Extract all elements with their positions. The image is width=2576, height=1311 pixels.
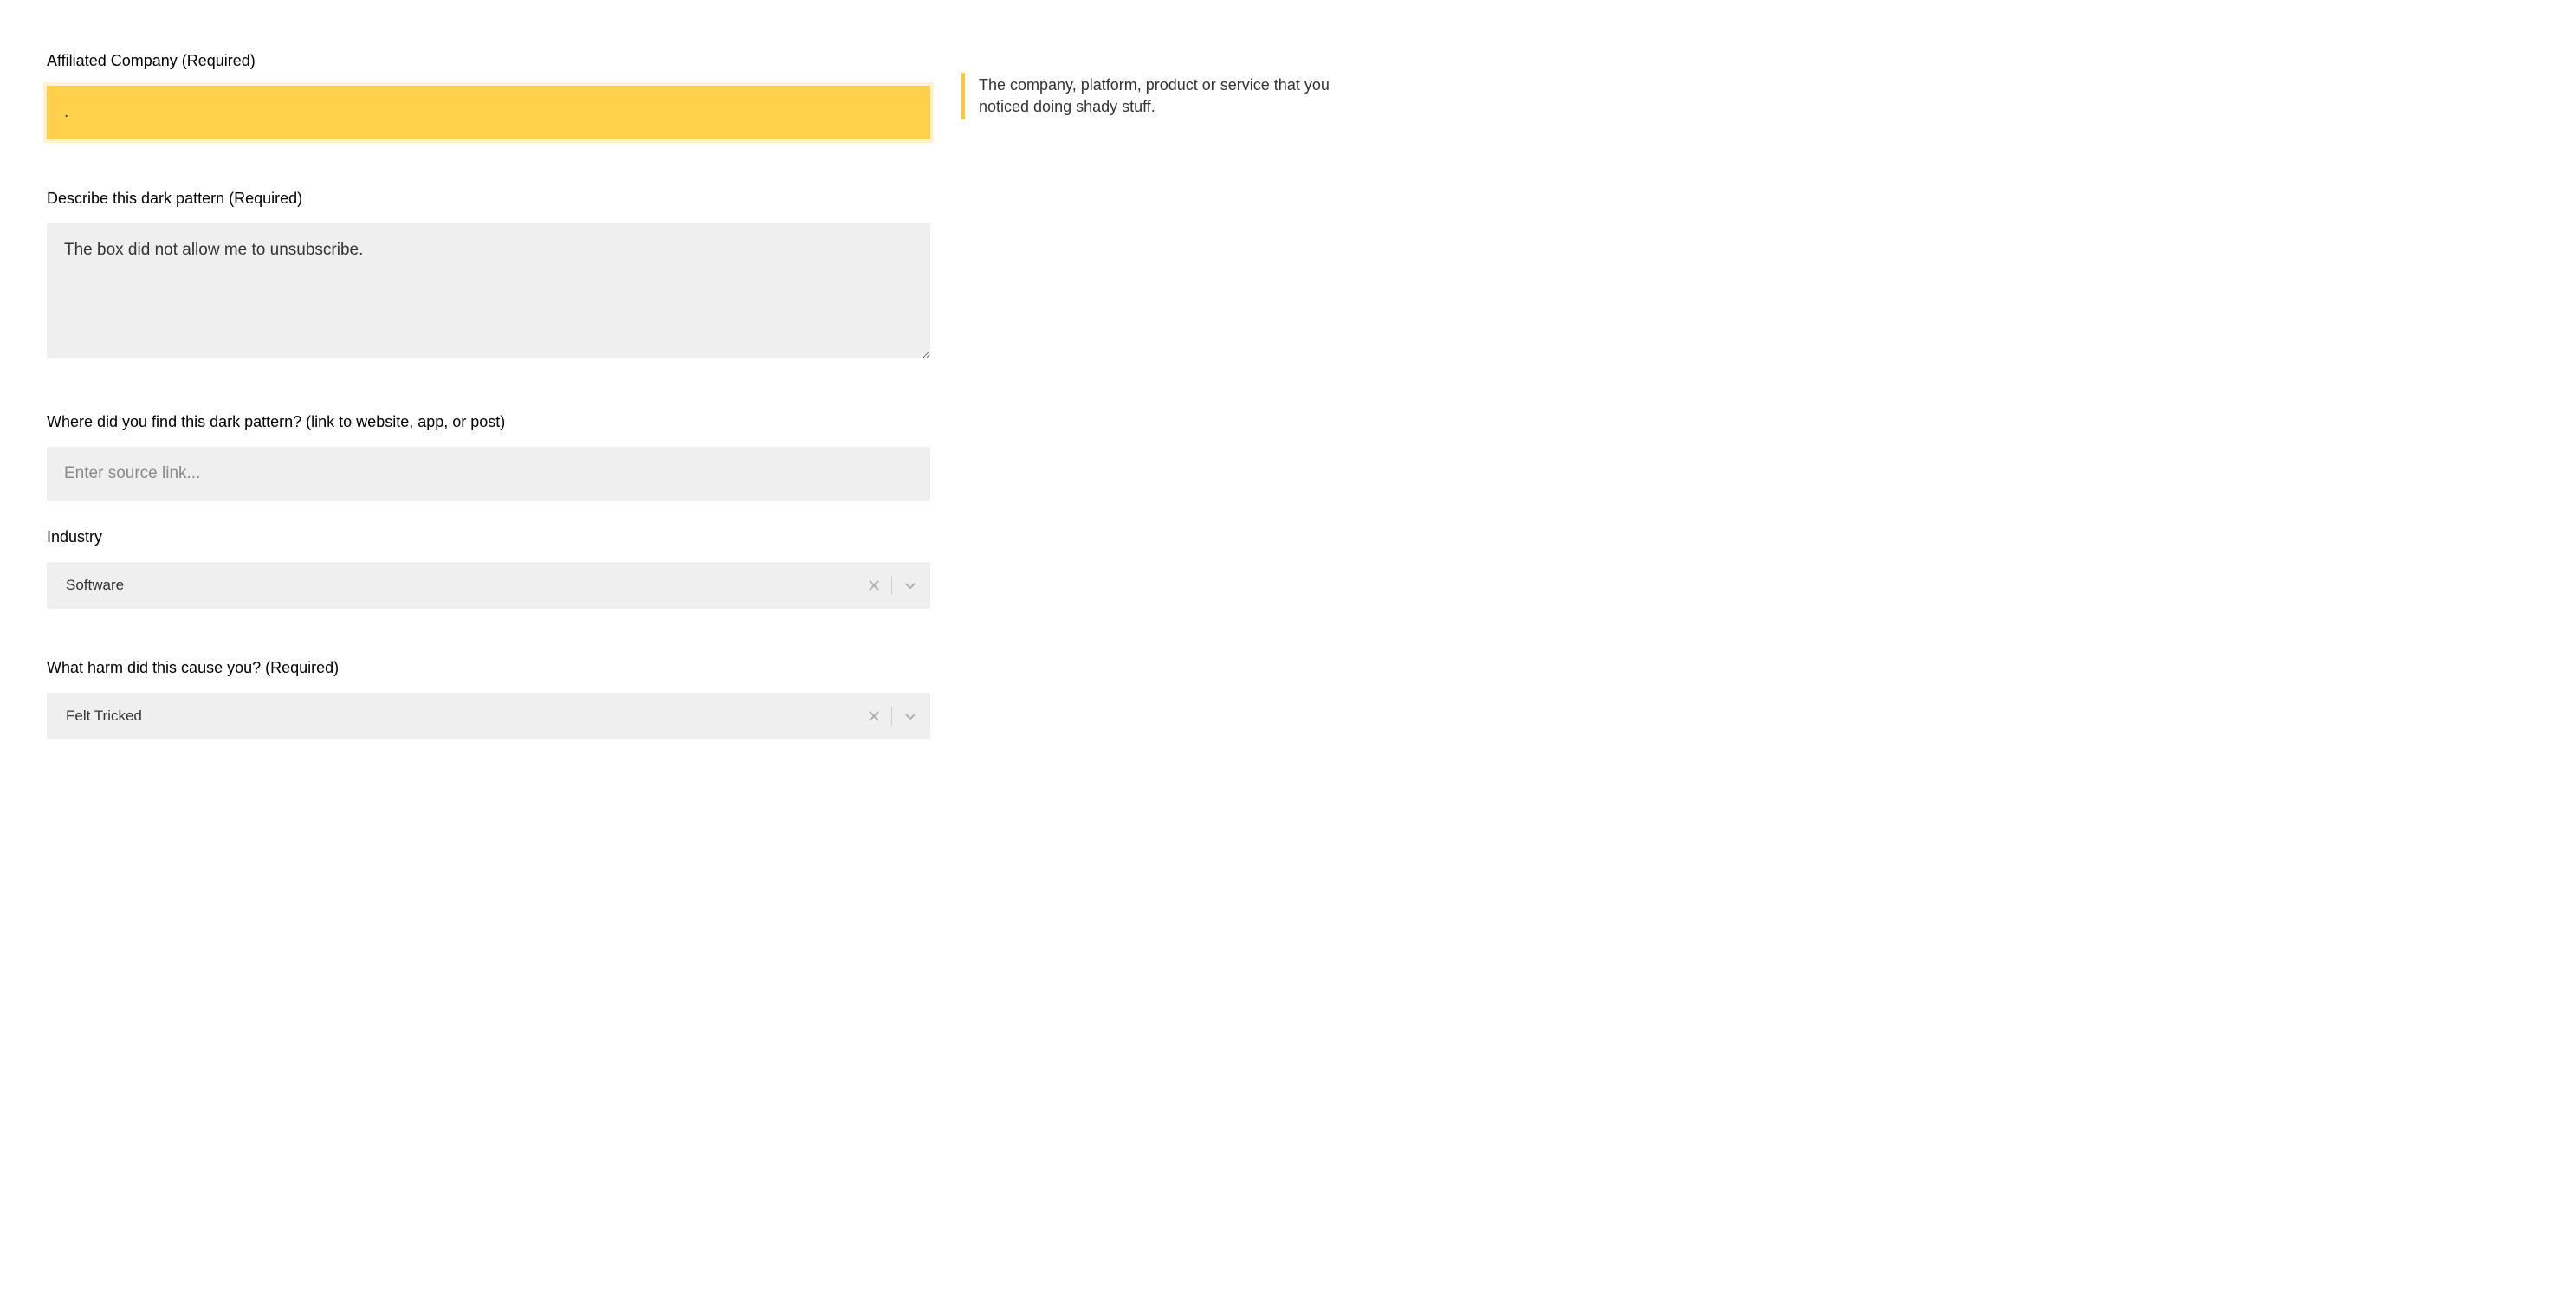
description-field-group: Describe this dark pattern (Required) [47, 190, 930, 363]
company-label: Affiliated Company (Required) [47, 52, 930, 70]
industry-selected-value: Software [66, 577, 867, 594]
harm-selected-value: Felt Tricked [66, 707, 867, 725]
industry-field-group: Industry Software [47, 528, 930, 609]
select-controls [867, 576, 918, 595]
clear-icon[interactable] [867, 578, 881, 592]
chevron-down-icon[interactable] [903, 708, 918, 724]
harm-field-group: What harm did this cause you? (Required)… [47, 659, 930, 739]
source-field-group: Where did you find this dark pattern? (l… [47, 413, 930, 501]
description-textarea[interactable] [47, 223, 930, 358]
select-controls [867, 707, 918, 726]
company-input[interactable] [47, 86, 930, 139]
description-label: Describe this dark pattern (Required) [47, 190, 930, 208]
industry-select[interactable]: Software [47, 562, 930, 609]
harm-label: What harm did this cause you? (Required) [47, 659, 930, 677]
select-divider [891, 707, 892, 726]
source-input[interactable] [47, 447, 930, 501]
company-field-group: Affiliated Company (Required) [47, 52, 930, 139]
industry-label: Industry [47, 528, 930, 546]
chevron-down-icon[interactable] [903, 578, 918, 593]
select-divider [891, 576, 892, 595]
clear-icon[interactable] [867, 709, 881, 723]
company-help-text: The company, platform, product or servic… [961, 73, 1363, 119]
harm-select[interactable]: Felt Tricked [47, 693, 930, 739]
source-label: Where did you find this dark pattern? (l… [47, 413, 930, 431]
